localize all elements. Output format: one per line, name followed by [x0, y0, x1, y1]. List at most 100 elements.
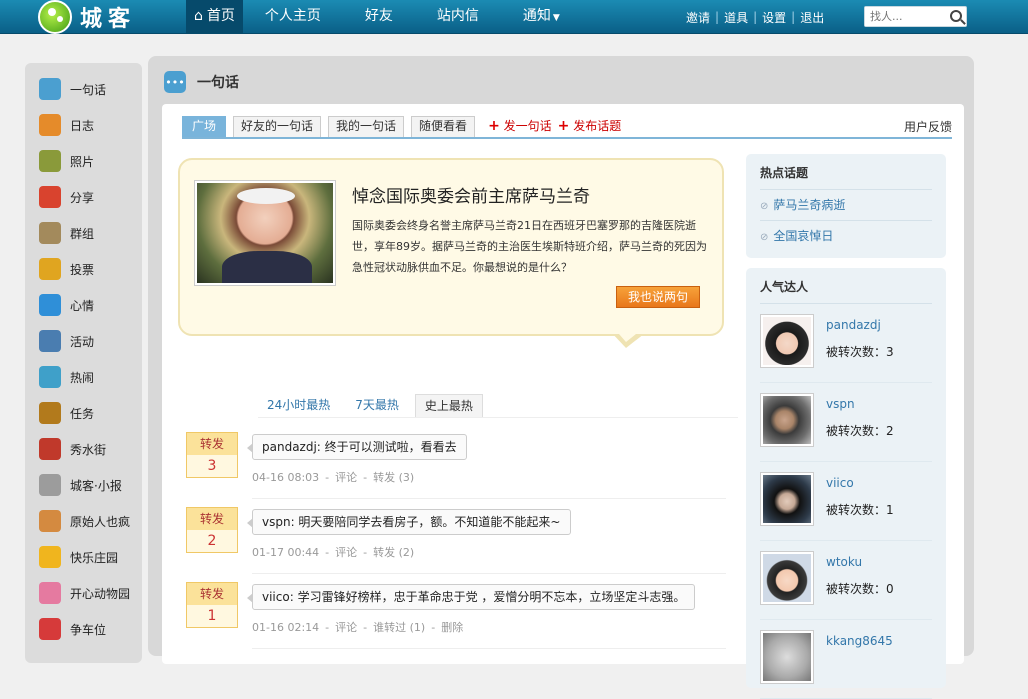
user-name-link[interactable]: wtoku [826, 555, 894, 569]
logo[interactable]: 城客 [38, 0, 136, 34]
meta-separator: - [325, 471, 330, 484]
feedback-link[interactable]: 用户反馈 [904, 118, 952, 135]
nav-profile[interactable]: 个人主页 [243, 0, 343, 34]
sidebar-item-label: 一句话 [70, 82, 107, 97]
divider [252, 648, 726, 649]
plus-icon: + [557, 118, 570, 134]
logout-link[interactable]: 退出 [800, 9, 824, 26]
nav-messages[interactable]: 站内信 [415, 0, 501, 34]
retweet-count: 2 [207, 533, 217, 549]
post-action-link[interactable]: 删除 [441, 621, 463, 634]
user-name-link[interactable]: viico [826, 476, 894, 490]
sidebar-item[interactable]: 争车位 [25, 611, 142, 647]
meta-separator: - [363, 546, 368, 559]
post-text: vspn: 明天要陪同学去看房子，额。不知道能不能起来~ [247, 509, 571, 535]
smiley-icon [39, 294, 61, 316]
invite-link[interactable]: 邀请 [686, 9, 710, 26]
speech-bubble-icon [39, 78, 61, 100]
sidebar-item[interactable]: 一句话 [25, 71, 142, 107]
hot-topic-label: 萨马兰奇病逝 [773, 198, 846, 212]
post-action-link[interactable]: 评论 [335, 621, 357, 634]
say-something-button[interactable]: 我也说两句 [616, 286, 700, 308]
sidebar-item[interactable]: 原始人也疯 [25, 503, 142, 539]
retweet-badge[interactable]: 转发 1 [186, 582, 238, 628]
tab-random[interactable]: 随便看看 [411, 116, 476, 137]
avatar[interactable] [760, 393, 814, 447]
search-input[interactable] [865, 7, 945, 26]
top-links: 邀请 | 道具 | 设置 | 退出 [686, 9, 825, 26]
avatar[interactable] [760, 314, 814, 368]
sidebar-item-label: 任务 [70, 406, 95, 421]
retweet-label: 转发 [187, 583, 237, 605]
sidebar-item-label: 原始人也疯 [70, 514, 131, 529]
meta-separator: - [363, 471, 368, 484]
sidebar-item-label: 群组 [70, 226, 95, 241]
app-sidebar: 一句话日志 照片分享群组投票 心情 活动 热闹任务秀水街 城客·小报原始人也疯快乐庄园 开心… [25, 63, 142, 663]
photo-icon [39, 150, 61, 172]
nav-friends[interactable]: 好友 [343, 0, 415, 34]
sidebar-item[interactable]: 投票 [25, 251, 142, 287]
post-text: viico: 学习雷锋好榜样，忠于革命忠于党 ，爱憎分明不忘本，立场坚定斗志强。 [246, 584, 696, 610]
feed-post: 转发 2 vspn: 明天要陪同学去看房子，额。不知道能不能起来~ 01-17 00:… [186, 507, 726, 582]
tab-plaza[interactable]: 广场 [182, 116, 227, 137]
meta-separator: - [325, 621, 330, 634]
retweet-badge[interactable]: 转发 3 [186, 432, 238, 478]
divider [252, 498, 726, 499]
nav-home[interactable]: ⌂ 首页 [186, 0, 243, 34]
sidebar-item[interactable]: 照片 [25, 143, 142, 179]
sidebar-item[interactable]: 任务 [25, 395, 142, 431]
user-name-link[interactable]: kkang8645 [826, 634, 893, 648]
popular-users-box: 人气达人 pandazdj 被转次数：3 vspn 被转次数：2 viico 被转次数：1… [746, 268, 946, 699]
sidebar-item[interactable]: 活动 [25, 323, 142, 359]
post-action-link[interactable]: 转发 (3) [373, 471, 414, 484]
hot-topic-link[interactable]: ⊘ 全国哀悼日 [760, 221, 932, 252]
tab-friends[interactable]: 好友的一句话 [233, 116, 322, 137]
popular-users-title: 人气达人 [760, 278, 932, 304]
avatar[interactable] [760, 630, 814, 684]
post-topic-button[interactable]: + 发布话题 [558, 116, 622, 137]
user-name-link[interactable]: vspn [826, 397, 894, 411]
featured-title[interactable]: 悼念国际奥委会前主席萨马兰奇 [352, 182, 590, 207]
sidebar-item[interactable]: 开心动物园 [25, 575, 142, 611]
sidebar-item[interactable]: 分享 [25, 179, 142, 215]
sidebar-item[interactable]: 热闹 [25, 359, 142, 395]
tab-24h-hot[interactable]: 24小时最热 [258, 394, 339, 417]
post-action-link[interactable]: 评论 [335, 471, 357, 484]
settings-link[interactable]: 设置 [762, 9, 786, 26]
post-sentence-button[interactable]: + 发一句话 [488, 116, 552, 137]
tab-mine[interactable]: 我的一句话 [328, 116, 405, 137]
props-link[interactable]: 道具 [724, 9, 748, 26]
sidebar-item[interactable]: 日志 [25, 107, 142, 143]
sidebar-item[interactable]: 快乐庄园 [25, 539, 142, 575]
avatar[interactable] [760, 472, 814, 526]
post-meta: 01-16 02:14- 评论 - 谁转过 (1) - 删除 [252, 619, 469, 635]
user-name-link[interactable]: pandazdj [826, 318, 894, 332]
user-retweet-count: 被转次数：0 [826, 582, 894, 596]
avatar[interactable] [760, 551, 814, 605]
post-action-link[interactable]: 评论 [335, 546, 357, 559]
search-icon[interactable] [950, 10, 962, 22]
post-action-link[interactable]: 转发 (2) [373, 546, 414, 559]
sidebar-item-label: 分享 [70, 190, 95, 205]
task-icon [39, 402, 61, 424]
pig-icon [39, 582, 61, 604]
popular-user: pandazdj 被转次数：3 [760, 304, 932, 383]
tab-all-time-hot[interactable]: 史上最热 [414, 394, 483, 417]
retweet-badge[interactable]: 转发 2 [186, 507, 238, 553]
people-icon [39, 330, 61, 352]
tab-7d-hot[interactable]: 7天最热 [346, 394, 408, 417]
divider [252, 573, 726, 574]
hot-topic-link[interactable]: ⊘ 萨马兰奇病逝 [760, 190, 932, 221]
post-time: 01-16 02:14 [252, 621, 320, 634]
sidebar-item[interactable]: 群组 [25, 215, 142, 251]
sidebar-item[interactable]: 城客·小报 [25, 467, 142, 503]
sidebar-item[interactable]: 秀水街 [25, 431, 142, 467]
top-bar: 城客 ⌂ 首页 个人主页 好友 站内信 通知 ▼ 邀请 | 道具 | 设置 | 退出 [0, 0, 1028, 34]
sidebar-item[interactable]: 心情 [25, 287, 142, 323]
nav-notifications[interactable]: 通知 ▼ [501, 0, 582, 34]
post-action-link[interactable]: 谁转过 (1) [373, 621, 425, 634]
search-box [864, 6, 967, 27]
retweet-count: 3 [207, 458, 217, 474]
featured-photo[interactable] [194, 180, 336, 286]
sort-tabs: 24小时最热 7天最热 史上最热 [258, 394, 738, 418]
